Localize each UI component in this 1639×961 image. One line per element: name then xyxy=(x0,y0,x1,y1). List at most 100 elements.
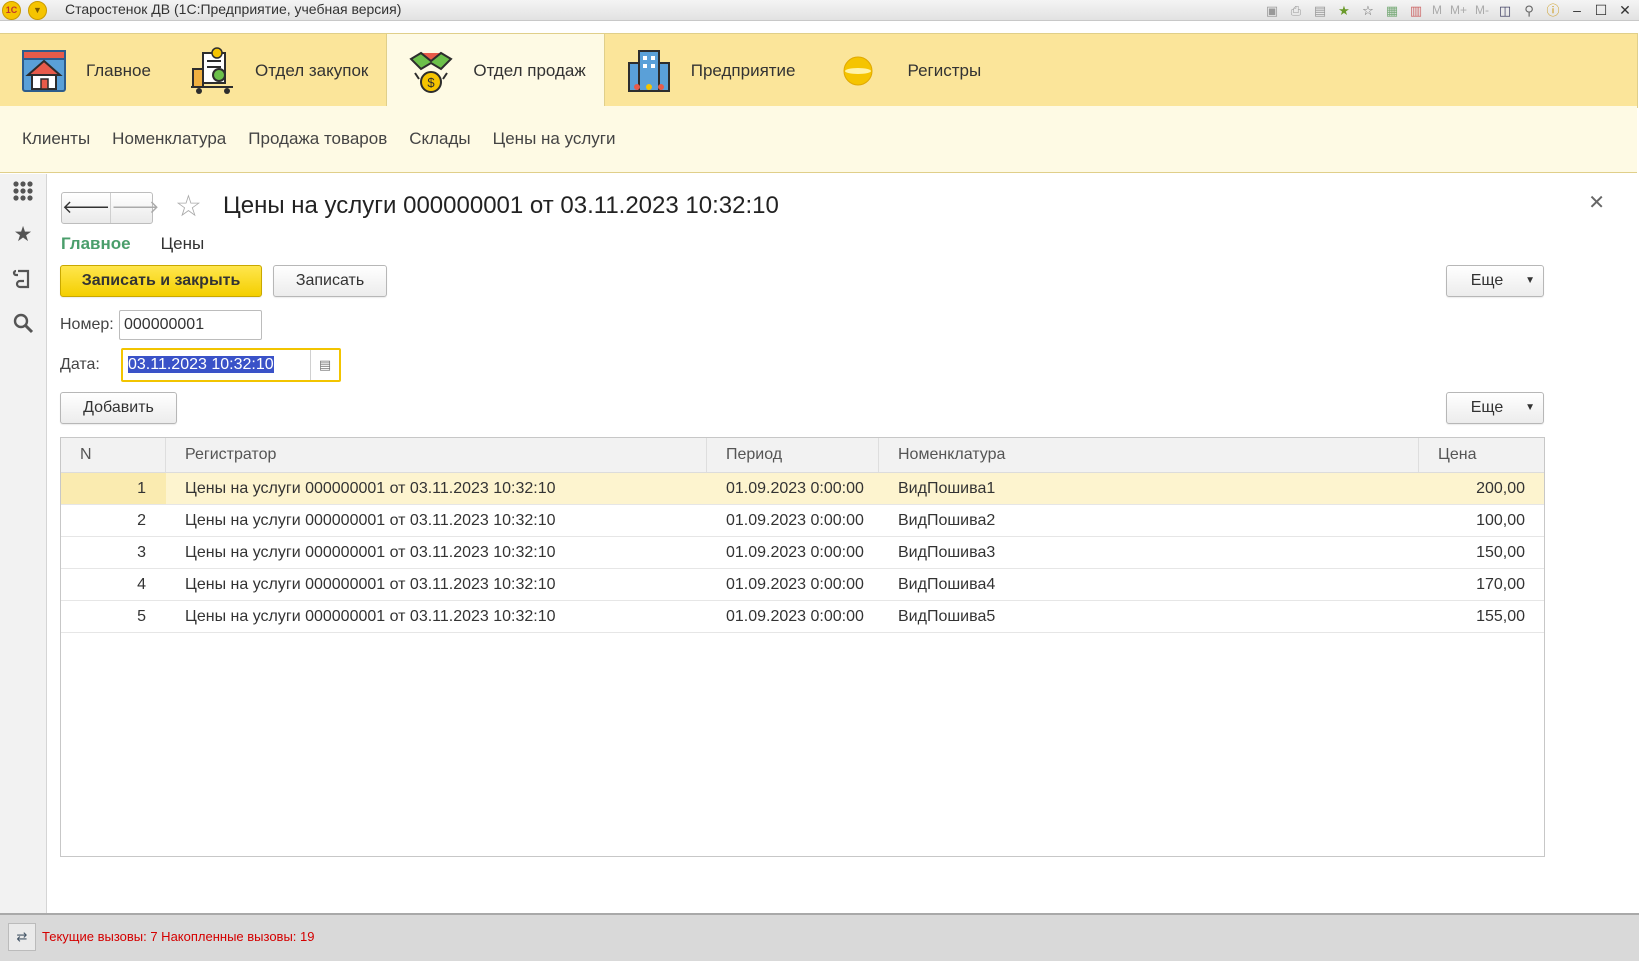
cell-registrar: Цены на услуги 000000001 от 03.11.2023 1… xyxy=(185,480,556,497)
chevron-down-icon: ▼ xyxy=(1525,402,1535,413)
window-title: Старостенок ДВ (1С:Предприятие, учебная … xyxy=(65,1,402,17)
save-and-close-button[interactable]: Записать и закрыть xyxy=(60,265,262,297)
number-label: Номер: xyxy=(60,316,114,333)
server-calls-text: Текущие вызовы: 7 Накопленные вызовы: 19 xyxy=(42,929,315,944)
disc-icon xyxy=(842,55,874,87)
home-icon xyxy=(20,47,68,95)
main-menu-icon[interactable]: ▼ xyxy=(28,1,47,20)
column-header-price[interactable]: Цена xyxy=(1419,438,1544,472)
cell-nomenclature: ВидПошива3 xyxy=(898,544,996,561)
link-icon[interactable]: ⚲ xyxy=(1519,2,1539,19)
section-enterprise[interactable]: Предприятие xyxy=(605,34,814,107)
svg-text:$: $ xyxy=(428,75,436,90)
maximize-icon[interactable]: ☐ xyxy=(1591,2,1611,19)
minimize-icon[interactable]: – xyxy=(1567,2,1587,19)
document-form: 🡐 🡒 ☆ Цены на услуги 000000001 от 03.11.… xyxy=(47,174,1639,913)
history-nav: 🡐 🡒 xyxy=(61,192,160,224)
cell-registrar: Цены на услуги 000000001 от 03.11.2023 1… xyxy=(185,544,556,561)
table-row[interactable]: 3 Цены на услуги 000000001 от 03.11.2023… xyxy=(61,537,1544,569)
preview-icon[interactable]: ▤ xyxy=(1310,2,1330,19)
section-label: Главное xyxy=(86,60,151,80)
cell-period: 01.09.2023 0:00:00 xyxy=(726,480,864,497)
section-label: Регистры xyxy=(907,60,982,80)
section-purchasing[interactable]: Отдел закупок xyxy=(169,34,386,107)
server-calls-icon[interactable]: ⇄ xyxy=(8,923,36,951)
column-header-registrar[interactable]: Регистратор xyxy=(166,438,707,472)
column-header-n[interactable]: N xyxy=(61,438,166,472)
cell-period: 01.09.2023 0:00:00 xyxy=(726,512,864,529)
number-field[interactable]: 000000001 xyxy=(119,310,262,340)
date-label: Дата: xyxy=(60,356,100,373)
calculator-icon[interactable]: ▦ xyxy=(1382,2,1402,19)
window-titlebar: 1C ▼ Старостенок ДВ (1С:Предприятие, уче… xyxy=(0,0,1639,21)
cell-nomenclature: ВидПошива2 xyxy=(898,512,996,529)
forward-arrow-icon[interactable]: 🡒 xyxy=(110,193,160,223)
save-icon[interactable]: ▣ xyxy=(1262,2,1282,19)
cell-n: 5 xyxy=(137,608,146,625)
section-sales[interactable]: $ Отдел продаж xyxy=(386,34,605,107)
calendar-icon[interactable]: ▤ xyxy=(310,350,339,380)
back-arrow-icon[interactable]: 🡐 xyxy=(62,193,110,223)
nav-warehouses[interactable]: Склады xyxy=(409,129,470,149)
memory-m-button[interactable]: M xyxy=(1430,2,1444,19)
prices-table: N Регистратор Период Номенклатура Цена 1… xyxy=(60,437,1545,857)
cell-period: 01.09.2023 0:00:00 xyxy=(726,608,864,625)
table-more-button[interactable]: Еще ▼ xyxy=(1446,392,1544,424)
cell-price: 155,00 xyxy=(1476,608,1525,625)
favorites-star-icon[interactable]: ★ xyxy=(12,224,34,246)
cell-n: 3 xyxy=(137,544,146,561)
nav-clients[interactable]: Клиенты xyxy=(22,129,90,149)
window-toolbar: ▣ ⎙ ▤ ★ ☆ ▦ ▥ M M+ M- ◫ ⚲ ⓘ – ☐ ✕ xyxy=(1262,1,1635,19)
form-tabs: Главное Цены xyxy=(61,234,204,254)
date-field[interactable]: 03.11.2023 10:32:10 ▤ xyxy=(121,348,341,382)
save-button[interactable]: Записать xyxy=(273,265,387,297)
print-icon[interactable]: ⎙ xyxy=(1286,2,1306,19)
column-header-nomenclature[interactable]: Номенклатура xyxy=(879,438,1419,472)
chevron-down-icon: ▼ xyxy=(1525,275,1535,286)
search-icon[interactable] xyxy=(12,312,34,334)
cell-nomenclature: ВидПошива4 xyxy=(898,576,996,593)
section-main[interactable]: Главное xyxy=(0,34,169,107)
more-button-label: Еще xyxy=(1470,399,1504,416)
history-icon[interactable] xyxy=(12,268,34,290)
memory-minus-button[interactable]: M- xyxy=(1473,2,1491,19)
all-functions-icon[interactable] xyxy=(12,180,34,202)
cell-nomenclature: ВидПошива5 xyxy=(898,608,996,625)
table-row[interactable]: 4 Цены на услуги 000000001 от 03.11.2023… xyxy=(61,569,1544,601)
panels-icon[interactable]: ◫ xyxy=(1495,2,1515,19)
table-row[interactable]: 5 Цены на услуги 000000001 от 03.11.2023… xyxy=(61,601,1544,633)
section-label: Отдел закупок xyxy=(254,60,369,80)
section-registers[interactable]: Регистры xyxy=(814,34,1000,107)
calendar-icon[interactable]: ▥ xyxy=(1406,2,1426,19)
column-header-period[interactable]: Период xyxy=(707,438,879,472)
favorites-icon[interactable]: ☆ xyxy=(1358,2,1378,19)
favorite-star-icon[interactable]: ☆ xyxy=(175,189,202,224)
building-icon xyxy=(625,47,673,95)
table-row[interactable]: 2 Цены на услуги 000000001 от 03.11.2023… xyxy=(61,505,1544,537)
memory-plus-button[interactable]: M+ xyxy=(1448,2,1469,19)
cell-n: 4 xyxy=(137,576,146,593)
cell-registrar: Цены на услуги 000000001 от 03.11.2023 1… xyxy=(185,576,556,593)
add-button[interactable]: Добавить xyxy=(60,392,177,424)
tab-main[interactable]: Главное xyxy=(61,234,131,254)
status-bar: ⇄ Текущие вызовы: 7 Накопленные вызовы: … xyxy=(0,913,1639,961)
nav-nomenclature[interactable]: Номенклатура xyxy=(112,129,226,149)
more-button[interactable]: Еще ▼ xyxy=(1446,265,1544,297)
table-row[interactable]: 1 Цены на услуги 000000001 от 03.11.2023… xyxy=(61,473,1544,505)
tab-prices[interactable]: Цены xyxy=(161,234,205,254)
cell-period: 01.09.2023 0:00:00 xyxy=(726,544,864,561)
favorites-add-icon[interactable]: ★ xyxy=(1334,2,1354,19)
info-icon[interactable]: ⓘ xyxy=(1543,2,1563,19)
nav-service-prices[interactable]: Цены на услуги xyxy=(493,129,616,149)
left-toolbar: ★ xyxy=(0,174,47,913)
close-icon[interactable]: ✕ xyxy=(1588,190,1605,215)
close-window-icon[interactable]: ✕ xyxy=(1615,2,1635,19)
cell-registrar: Цены на услуги 000000001 от 03.11.2023 1… xyxy=(185,512,556,529)
cell-price: 170,00 xyxy=(1476,576,1525,593)
date-value: 03.11.2023 10:32:10 xyxy=(128,356,274,373)
more-button-label: Еще xyxy=(1470,272,1504,289)
handshake-money-icon: $ xyxy=(407,47,455,95)
section-label: Отдел продаж xyxy=(473,60,586,80)
nav-sales[interactable]: Продажа товаров xyxy=(248,129,387,149)
1c-logo-icon[interactable]: 1C xyxy=(2,1,21,20)
